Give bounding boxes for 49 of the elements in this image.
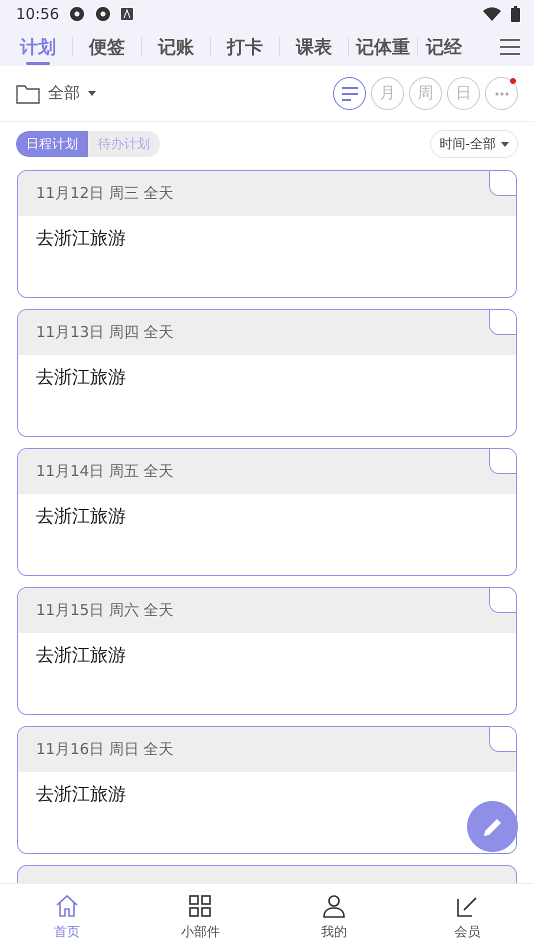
status-time: 10:56: [16, 5, 60, 23]
plan-title: 去浙江旅游: [35, 366, 127, 390]
caret-icon: [88, 91, 96, 96]
plan-date: 11月13日 周四 全天: [36, 323, 174, 342]
menu-button[interactable]: [500, 38, 520, 56]
tab[interactable]: 记账: [142, 28, 210, 66]
folder-icon: [16, 84, 40, 104]
app-icon: [69, 6, 86, 22]
more-button[interactable]: [485, 77, 518, 110]
user-icon: [320, 893, 347, 919]
time-filter-dropdown[interactable]: 时间-全部: [430, 130, 518, 158]
battery-icon: [511, 6, 520, 22]
card-corner: [489, 588, 516, 613]
card-corner: [489, 310, 516, 335]
plan-card[interactable]: 11月16日 周日 全天 去浙江旅游: [17, 726, 517, 854]
plan-date: 11月14日 周五 全天: [36, 462, 174, 481]
plan-card[interactable]: 11月12日 周三 全天 去浙江旅游: [17, 170, 517, 298]
nav-item[interactable]: 我的: [267, 884, 400, 950]
list-view-button[interactable]: [333, 77, 366, 110]
card-corner: [489, 449, 516, 474]
plan-card[interactable]: 11月15日 周六 全天 去浙江旅游: [17, 587, 517, 715]
plan-title: 去浙江旅游: [35, 505, 127, 529]
caret-icon: [501, 142, 509, 146]
plan-date: 11月12日 周三 全天: [36, 184, 174, 203]
tab[interactable]: 课表: [280, 28, 348, 66]
plan-card[interactable]: 11月13日 周四 全天 去浙江旅游: [17, 309, 517, 437]
wifi-icon: [483, 7, 501, 21]
card-corner: [489, 171, 516, 196]
folder-dropdown[interactable]: 全部: [16, 83, 96, 104]
plan-title: 去浙江旅游: [35, 783, 127, 807]
grid-icon: [187, 893, 214, 919]
home-icon: [54, 893, 80, 919]
tab[interactable]: 记经: [418, 28, 476, 66]
tab[interactable]: 便签: [73, 28, 141, 66]
list-icon: [342, 86, 358, 100]
plan-date: 11月15日 周六 全天: [36, 601, 174, 620]
tab[interactable]: 打卡: [211, 28, 279, 66]
nav-item[interactable]: 首页: [0, 884, 134, 950]
more-icon: [494, 92, 508, 96]
plan-card[interactable]: 11月14日 周五 全天 去浙江旅游: [17, 448, 517, 576]
plan-title: 去浙江旅游: [35, 644, 127, 668]
nav-item[interactable]: 小部件: [134, 884, 267, 950]
tab[interactable]: 记体重: [349, 28, 417, 66]
plan-date: 11月16日 周日 全天: [36, 740, 174, 759]
plan-title: 去浙江旅游: [35, 227, 127, 251]
keyboard-icon: [121, 8, 134, 20]
app-icon: [95, 6, 112, 22]
card-corner: [489, 727, 516, 752]
nav-item[interactable]: 会员: [400, 884, 534, 950]
